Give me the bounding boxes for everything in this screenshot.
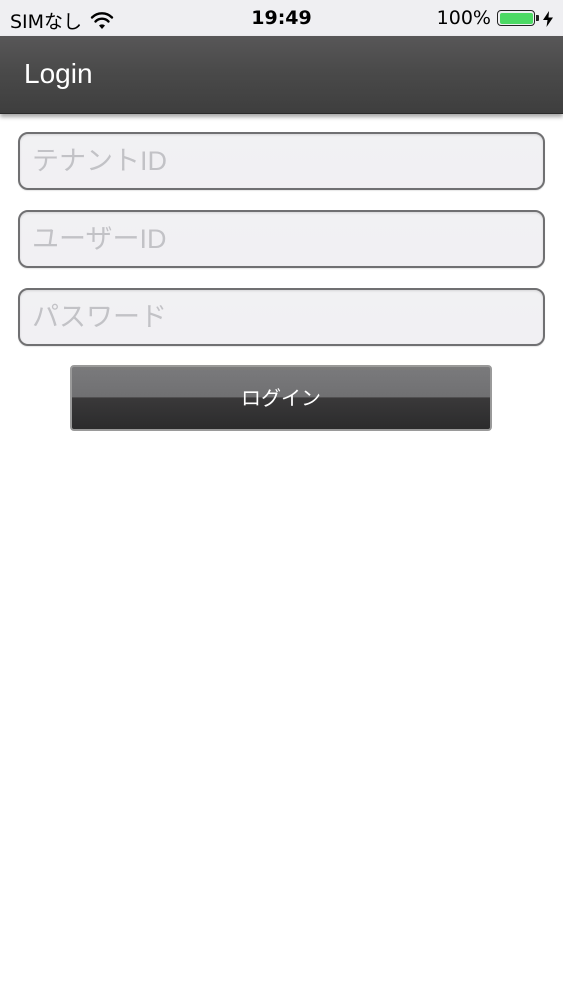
navigation-bar: Login	[0, 36, 563, 114]
battery-icon	[497, 10, 539, 26]
battery-cap	[536, 15, 539, 21]
user-id-input[interactable]	[18, 210, 545, 268]
status-right: 100%	[437, 7, 553, 29]
charging-bolt-icon	[543, 10, 553, 27]
page-title: Login	[24, 58, 93, 89]
login-button[interactable]: ログイン	[70, 365, 492, 431]
status-bar: SIMなし 19:49 100%	[0, 0, 563, 36]
battery-percent: 100%	[436, 7, 491, 29]
password-input[interactable]	[18, 288, 545, 346]
login-screen: SIMなし 19:49 100% Login テナントID ユーザーID ログイ…	[0, 0, 563, 1000]
tenant-id-input[interactable]	[18, 132, 545, 190]
battery-fill	[499, 12, 533, 24]
